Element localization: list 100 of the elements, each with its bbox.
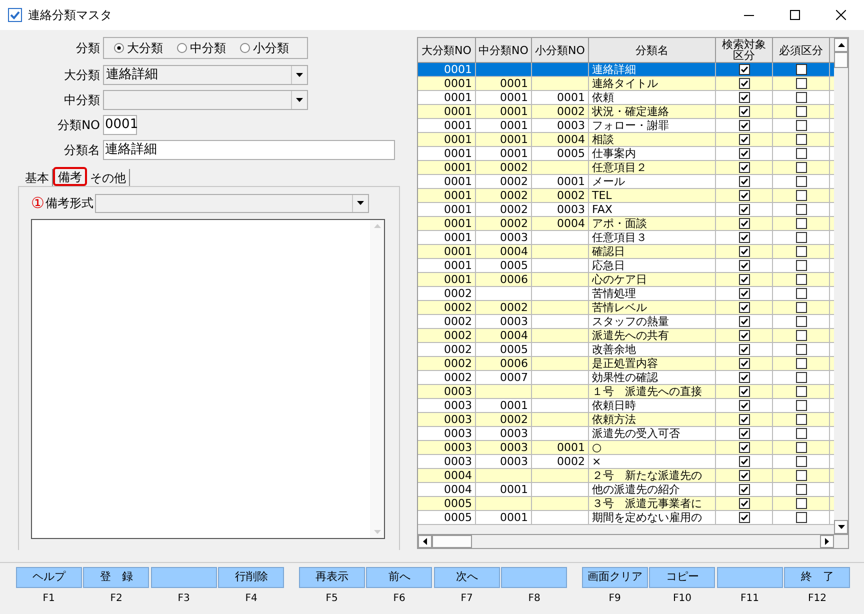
checkbox[interactable]	[738, 358, 750, 369]
table-row[interactable]: 0001 0006 心のケア日	[418, 273, 834, 287]
radio-button[interactable]	[177, 43, 187, 53]
checkbox[interactable]	[738, 484, 750, 495]
checkbox[interactable]	[796, 64, 806, 75]
checkbox[interactable]	[796, 414, 806, 425]
tab[interactable]: 基本	[22, 169, 53, 186]
column-header[interactable]: 大分類NO	[418, 38, 476, 63]
checkbox[interactable]	[738, 302, 750, 313]
checkbox[interactable]	[796, 358, 806, 369]
checkbox[interactable]	[738, 148, 750, 159]
table-row[interactable]: 0003 0003 0001 ○	[418, 441, 834, 455]
table-row[interactable]: 0001 0002 0004 アポ・面談	[418, 217, 834, 231]
table-row[interactable]: 0002 0003 スタッフの熱量	[418, 315, 834, 329]
category-no-field[interactable]: 0001	[103, 114, 137, 134]
checkbox[interactable]	[738, 176, 750, 187]
checkbox[interactable]	[796, 260, 806, 271]
checkbox[interactable]	[738, 330, 750, 341]
checkbox[interactable]	[796, 302, 806, 313]
table-row[interactable]: 0001 0001 0001 依頼	[418, 91, 834, 105]
checkbox[interactable]	[796, 344, 806, 355]
table-row[interactable]: 0001 0002 任意項目２	[418, 161, 834, 175]
function-key-button[interactable]: 次へ	[434, 567, 500, 588]
checkbox[interactable]	[738, 260, 750, 271]
checkbox[interactable]	[796, 330, 806, 341]
checkbox[interactable]	[796, 204, 806, 215]
table-row[interactable]: 0002 0005 改善余地	[418, 343, 834, 357]
checkbox[interactable]	[738, 512, 750, 523]
table-row[interactable]: 0005 0001 期間を定めない雇用の	[418, 511, 834, 525]
table-row[interactable]: 0003 0002 依頼方法	[418, 413, 834, 427]
checkbox[interactable]	[738, 400, 750, 411]
major-category-dropdown[interactable]: 連絡詳細	[103, 64, 308, 84]
radio-button[interactable]	[240, 43, 250, 53]
column-header[interactable]: 必須区分	[773, 38, 830, 63]
function-key-button[interactable]: ヘルプ	[16, 567, 82, 588]
checkbox[interactable]	[738, 498, 750, 509]
table-row[interactable]: 0001 0001 0003 フォロー・謝罪	[418, 119, 834, 133]
table-row[interactable]: 0003 0003 0002 ×	[418, 455, 834, 469]
checkbox[interactable]	[796, 274, 806, 285]
horizontal-scrollbar[interactable]	[418, 534, 848, 548]
radio-option[interactable]: 中分類	[177, 39, 226, 57]
checkbox[interactable]	[738, 92, 750, 103]
tab[interactable]: 備考	[53, 167, 87, 186]
checkbox[interactable]	[796, 232, 806, 243]
checkbox[interactable]	[738, 414, 750, 425]
checkbox[interactable]	[796, 442, 806, 453]
function-key-button[interactable]: 再表示	[298, 567, 365, 588]
checkbox[interactable]	[796, 470, 806, 481]
table-row[interactable]: 0001 0001 0004 相談	[418, 133, 834, 147]
category-name-field[interactable]: 連絡詳細	[103, 140, 395, 160]
checkbox[interactable]	[738, 456, 750, 467]
checkbox[interactable]	[738, 106, 750, 117]
column-header[interactable]: 中分類NO	[476, 38, 532, 63]
checkbox[interactable]	[738, 316, 750, 327]
radio-option[interactable]: 大分類	[114, 39, 163, 57]
function-key-button[interactable]: 行削除	[218, 567, 284, 588]
checkbox[interactable]	[796, 456, 806, 467]
table-row[interactable]: 0001 0003 任意項目３	[418, 231, 834, 245]
checkbox[interactable]	[738, 274, 750, 285]
table-row[interactable]: 0001 0002 0002 TEL	[418, 189, 834, 203]
table-row[interactable]: 0002 0007 効果性の確認	[418, 371, 834, 385]
checkbox[interactable]	[738, 428, 750, 439]
checkbox[interactable]	[796, 148, 806, 159]
function-key-button[interactable]: 終 了	[784, 567, 850, 588]
table-row[interactable]: 0001 0004 確認日	[418, 245, 834, 259]
table-row[interactable]: 0003 １号 派遣先への直接	[418, 385, 834, 399]
table-row[interactable]: 0001 連絡詳細	[418, 63, 834, 77]
table-row[interactable]: 0001 0002 0003 FAX	[418, 203, 834, 217]
table-row[interactable]: 0001 0001 0005 仕事案内	[418, 147, 834, 161]
vertical-scrollbar[interactable]	[834, 38, 848, 534]
function-key-button[interactable]: 画面クリア	[582, 567, 648, 588]
checkbox[interactable]	[738, 344, 750, 355]
checkbox[interactable]	[796, 134, 806, 145]
checkbox[interactable]	[796, 498, 806, 509]
checkbox[interactable]	[738, 246, 750, 257]
scroll-right-button[interactable]	[820, 535, 834, 548]
table-row[interactable]: 0001 0001 連絡タイトル	[418, 77, 834, 91]
checkbox[interactable]	[796, 218, 806, 229]
checkbox[interactable]	[796, 78, 806, 89]
checkbox[interactable]	[796, 428, 806, 439]
table-row[interactable]: 0002 0006 是正処置内容	[418, 357, 834, 371]
checkbox[interactable]	[738, 386, 750, 397]
checkbox[interactable]	[796, 288, 806, 299]
checkbox[interactable]	[796, 386, 806, 397]
radio-option[interactable]: 小分類	[240, 39, 289, 57]
checkbox[interactable]	[796, 400, 806, 411]
checkbox[interactable]	[738, 218, 750, 229]
checkbox[interactable]	[796, 246, 806, 257]
scroll-up-button[interactable]	[834, 38, 848, 52]
table-row[interactable]: 0002 苦情処理	[418, 287, 834, 301]
function-key-button[interactable]: コピー	[649, 567, 716, 588]
checkbox[interactable]	[738, 78, 750, 89]
checkbox[interactable]	[796, 120, 806, 131]
checkbox[interactable]	[738, 470, 750, 481]
checkbox[interactable]	[738, 64, 750, 75]
column-header[interactable]: 分類名	[589, 38, 716, 63]
function-key-button[interactable]: 前へ	[366, 567, 432, 588]
checkbox[interactable]	[796, 162, 806, 173]
scroll-left-button[interactable]	[418, 535, 432, 548]
scroll-down-button[interactable]	[834, 520, 848, 534]
